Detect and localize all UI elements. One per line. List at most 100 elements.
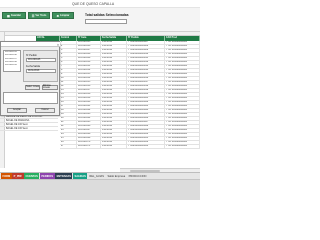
cell-fecha[interactable]: 1/11/2016 xyxy=(101,56,127,60)
cell-pedido[interactable]: T*00231000000008 xyxy=(127,44,165,48)
cell-control[interactable]: 5 xyxy=(60,56,77,60)
cell-control[interactable]: 12 xyxy=(60,84,77,88)
select-line-button[interactable]: Selec. Linea xyxy=(25,85,40,90)
cell-guia[interactable]: 001-000145 xyxy=(77,40,101,44)
cell-guia[interactable]: 001-000162 xyxy=(77,108,101,112)
cell-car[interactable]: T*00*233000000000 xyxy=(165,128,200,132)
cell-pedido[interactable]: T*00231000000009 xyxy=(127,48,165,52)
cell-guia[interactable]: 001-000161 xyxy=(77,104,101,108)
total-value-field[interactable] xyxy=(85,19,127,24)
cell-guia[interactable]: 001-000171 xyxy=(77,144,101,148)
cell-fecha[interactable]: 1/11/2016 xyxy=(101,112,127,116)
cell-guia[interactable]: 001-000149 xyxy=(77,56,101,60)
cell-fecha[interactable]: 1/11/2016 xyxy=(101,64,127,68)
cell-guia[interactable]: 001-000153 xyxy=(77,72,101,76)
cell-pedido[interactable]: T*00231000000023 xyxy=(127,104,165,108)
cell-guia[interactable]: 001-000158 xyxy=(77,92,101,96)
cell-control[interactable]: 24 xyxy=(60,132,77,136)
cell-fecha[interactable]: 1/11/2016 xyxy=(101,132,127,136)
accept-button[interactable]: Aceptar xyxy=(7,108,27,113)
cell-car[interactable]: T*00*233000000000 xyxy=(165,44,200,48)
cell-guia[interactable]: 001-000166 xyxy=(77,124,101,128)
cell-fecha[interactable]: 1/11/2016 xyxy=(101,144,127,148)
cell-control[interactable]: 14 xyxy=(60,92,77,96)
cell-guia[interactable]: 001-000146 xyxy=(77,44,101,48)
detail-listbox[interactable] xyxy=(3,92,58,104)
cell-car[interactable]: T*00*233000000000 xyxy=(165,104,200,108)
cell-guia[interactable]: 001-000156 xyxy=(77,84,101,88)
cell-control[interactable]: 4 xyxy=(60,52,77,56)
product-row[interactable]: BAGEL DE 100 Seco xyxy=(0,127,58,131)
listbox-item[interactable]: 001-000149 xyxy=(4,64,20,67)
cell-fecha[interactable]: 1/11/2016 xyxy=(101,88,127,92)
clear-button[interactable]: ✖ Limpiar xyxy=(52,12,74,19)
cell-fecha[interactable]: 1/11/2016 xyxy=(101,40,127,44)
cell-pedido[interactable]: T*00231000000021 xyxy=(127,96,165,100)
pedido-field[interactable]: 001-000145 xyxy=(26,58,56,62)
cell-car[interactable]: T*00*233000000000 xyxy=(165,56,200,60)
cell-car[interactable]: T*00*233000000000 xyxy=(165,116,200,120)
view-all-button[interactable]: ☰ Ver Todo xyxy=(28,12,50,19)
cell-car[interactable]: T*00*233000000000 xyxy=(165,52,200,56)
cell-pedido[interactable]: T*00231000000018 xyxy=(127,84,165,88)
cell-pedido[interactable]: T*00231000000012 xyxy=(127,60,165,64)
close-icon[interactable]: × xyxy=(57,43,59,47)
cell-fecha[interactable]: 1/11/2016 xyxy=(101,108,127,112)
cell-guia[interactable]: 001-000159 xyxy=(77,96,101,100)
cell-fecha[interactable]: 1/11/2016 xyxy=(101,120,127,124)
cell-pedido[interactable]: T*00231000000010 xyxy=(127,52,165,56)
cell-fecha[interactable]: 1/11/2016 xyxy=(101,124,127,128)
cell-control[interactable]: 25 xyxy=(60,136,77,140)
cell-fecha[interactable]: 1/11/2016 xyxy=(101,104,127,108)
cell-guia[interactable]: 001-000147 xyxy=(77,48,101,52)
delete-lines-button[interactable]: Elimina Lineas xyxy=(42,85,58,90)
cell-control[interactable]: 15 xyxy=(60,96,77,100)
cell-pedido[interactable]: T*00231000000020 xyxy=(127,92,165,96)
cell-fecha[interactable]: 1/11/2016 xyxy=(101,76,127,80)
cell-control[interactable]: 6 xyxy=(60,60,77,64)
cell-car[interactable]: T*00*233000000000 xyxy=(165,136,200,140)
left-listbox[interactable]: 001-000145 001-000146 001-000147 001-000148… xyxy=(3,50,21,72)
cell-fecha[interactable]: 1/11/2016 xyxy=(101,96,127,100)
cell-car[interactable]: T*00*233000000000 xyxy=(165,88,200,92)
cell-guia[interactable]: 001-000169 xyxy=(77,136,101,140)
cell-guia[interactable]: 001-000151 xyxy=(77,64,101,68)
cell-guia[interactable]: 001-000148 xyxy=(77,52,101,56)
cell-pedido[interactable]: T*00231000000007 xyxy=(127,40,165,44)
cell-guia[interactable]: 001-000164 xyxy=(77,116,101,120)
cell-car[interactable]: T*00*233000000000 xyxy=(165,60,200,64)
cell-car[interactable]: T*00*233000000000 xyxy=(165,100,200,104)
cell-control[interactable]: 1 xyxy=(60,40,77,44)
cell-pedido[interactable]: T*00231000000024 xyxy=(127,108,165,112)
cell-pedido[interactable]: T*00231000000014 xyxy=(127,68,165,72)
cell-guia[interactable]: 001-000154 xyxy=(77,76,101,80)
cell-fecha[interactable]: 1/11/2016 xyxy=(101,100,127,104)
cell-control[interactable]: 9 xyxy=(60,72,77,76)
cell-pedido[interactable]: T*00231000000022 xyxy=(127,100,165,104)
cell-control[interactable]: 3 xyxy=(60,48,77,52)
header-local[interactable]: LOCAL xyxy=(36,36,60,41)
cell-fecha[interactable]: 1/11/2016 xyxy=(101,48,127,52)
cell-car[interactable]: T*00*233000000000 xyxy=(165,84,200,88)
cell-car[interactable]: T*00*233000000000 xyxy=(165,120,200,124)
fecha-field[interactable]: 01/11/2016 xyxy=(26,69,56,73)
cell-fecha[interactable]: 1/11/2016 xyxy=(101,52,127,56)
cell-car[interactable]: T*00*233000000000 xyxy=(165,144,200,148)
cell-car[interactable]: T*00*233000000000 xyxy=(165,108,200,112)
cell-guia[interactable]: 001-000150 xyxy=(77,60,101,64)
cancel-button[interactable]: Cancel xyxy=(35,108,55,113)
cell-pedido[interactable]: T*00231000000017 xyxy=(127,80,165,84)
cell-pedido[interactable]: T*00231000000025 xyxy=(127,112,165,116)
cell-control[interactable]: 8 xyxy=(60,68,77,72)
cell-pedido[interactable]: T*00231000000013 xyxy=(127,64,165,68)
cell-fecha[interactable]: 1/11/2016 xyxy=(101,84,127,88)
cell-fecha[interactable]: 1/11/2016 xyxy=(101,44,127,48)
cell-control[interactable]: 23 xyxy=(60,128,77,132)
cell-car[interactable]: T*00*233000000000 xyxy=(165,80,200,84)
cell-guia[interactable]: 001-000152 xyxy=(77,68,101,72)
cell-guia[interactable]: 001-000167 xyxy=(77,128,101,132)
cell-control[interactable]: 18 xyxy=(60,108,77,112)
cell-pedido[interactable]: T*00231000000015 xyxy=(127,72,165,76)
cell-car[interactable]: T*00*233000000000 xyxy=(165,132,200,136)
cell-fecha[interactable]: 1/11/2016 xyxy=(101,68,127,72)
